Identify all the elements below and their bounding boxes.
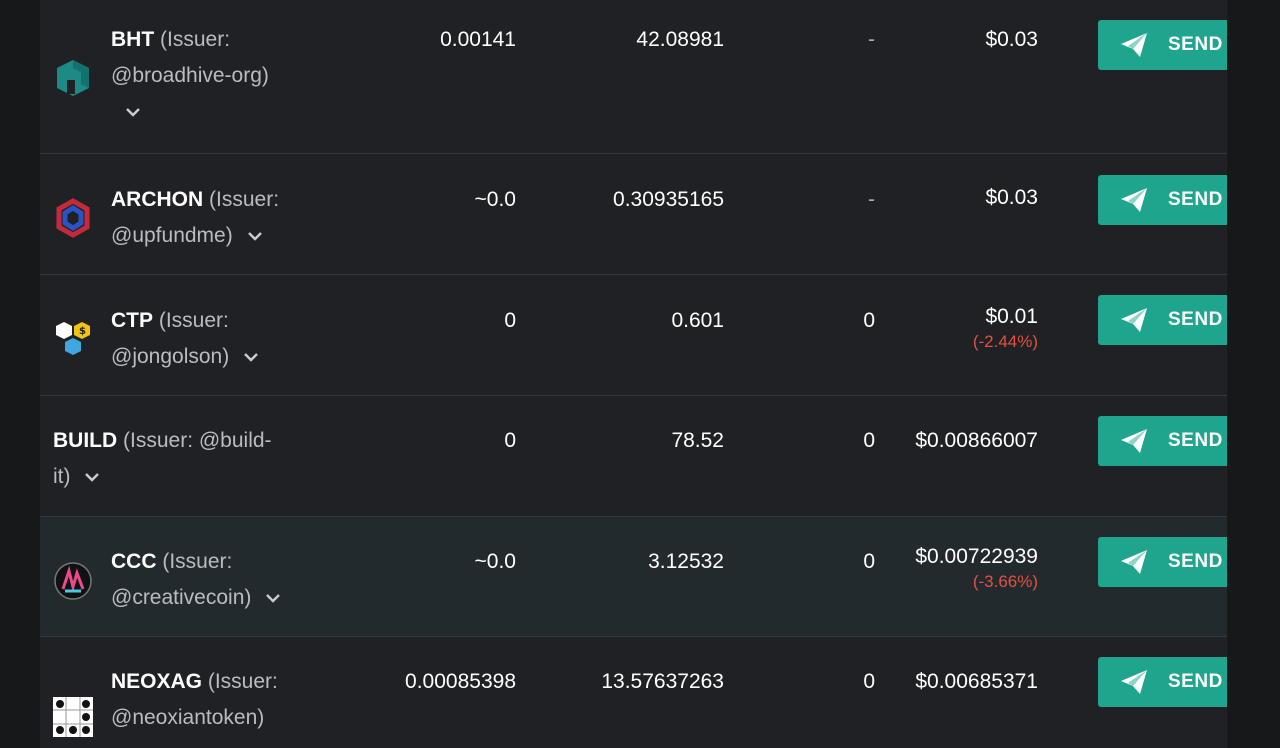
send-label: SEND (1168, 309, 1223, 330)
send-button[interactable]: SEND (1098, 657, 1227, 707)
token-issuer: (Issuer: (160, 28, 231, 51)
balance-value: ~0.0 (474, 550, 516, 573)
usd-price: $0.01 (985, 305, 1038, 328)
staked-value: 0.601 (671, 309, 724, 332)
usd-price: $0.03 (985, 28, 1038, 51)
ctp-logo-icon: $ (56, 322, 90, 355)
token-issuer-account[interactable]: @neoxiantoken) (111, 706, 264, 729)
send-label: SEND (1168, 671, 1223, 692)
token-issuer[interactable]: (Issuer: @build- (123, 429, 272, 452)
send-icon (1121, 308, 1147, 332)
balance-value: 0 (504, 429, 516, 452)
usd-value: $0.01 (-2.44%) (880, 303, 1038, 353)
token-issuer-account[interactable]: @jongolson) (111, 345, 229, 368)
token-issuer-account[interactable]: @broadhive-org) (111, 64, 269, 87)
token-issuer-account[interactable]: @creativecoin) (111, 586, 251, 609)
send-button[interactable]: SEND (1098, 20, 1227, 70)
chevron-down-icon[interactable] (84, 472, 100, 483)
token-row-neoxag: NEOXAG (Issuer: @neoxiantoken) 0.0008539… (40, 637, 1227, 748)
token-label: ARCHON (Issuer: @upfundme) (111, 182, 311, 254)
chevron-down-icon[interactable] (125, 107, 141, 118)
delegated-value: - (868, 188, 875, 211)
staked-value: 13.57637263 (601, 670, 724, 693)
token-symbol: BHT (111, 28, 155, 51)
token-label: NEOXAG (Issuer: @neoxiantoken) (111, 664, 311, 736)
usd-value: $0.00866007 (880, 427, 1038, 455)
balance-value: 0.00085398 (405, 670, 516, 693)
bht-logo-icon (57, 60, 89, 96)
chevron-down-icon[interactable] (265, 593, 281, 604)
balance-value: ~0.0 (474, 188, 516, 211)
token-issuer-account[interactable]: @upfundme) (111, 224, 233, 247)
staked-value: 42.08981 (636, 28, 724, 51)
send-icon (1121, 670, 1147, 694)
token-issuer: (Issuer: (162, 550, 233, 573)
usd-price: $0.03 (985, 186, 1038, 209)
send-icon (1121, 429, 1147, 453)
token-issuer: (Issuer: (207, 670, 278, 693)
balance-value: 0.00141 (440, 28, 516, 51)
usd-value: $0.03 (880, 26, 1038, 54)
delegated-value: 0 (863, 429, 875, 452)
ccc-logo-icon (54, 562, 92, 600)
token-row-ctp: $ CTP (Issuer: @jongolson) 0 0.601 0 $0.… (40, 275, 1227, 396)
token-issuer: (Issuer: (158, 309, 229, 332)
token-label: BHT (Issuer: @broadhive-org) (111, 22, 311, 130)
send-label: SEND (1168, 551, 1223, 572)
send-label: SEND (1168, 34, 1223, 55)
staked-value: 3.12532 (648, 550, 724, 573)
token-label: CTP (Issuer: @jongolson) (111, 303, 311, 375)
price-change: (-2.44%) (972, 332, 1038, 351)
token-issuer: (Issuer: (209, 188, 280, 211)
usd-price: $0.00685371 (915, 670, 1038, 693)
right-margin (1227, 0, 1280, 748)
usd-value: $0.00722939 (-3.66%) (880, 543, 1038, 593)
send-icon (1121, 33, 1147, 57)
delegated-value: 0 (863, 309, 875, 332)
token-row-build: BUILD (Issuer: @build- it) 0 78.52 0 $0.… (40, 396, 1227, 517)
token-symbol: ARCHON (111, 188, 204, 211)
token-row-ccc: CCC (Issuer: @creativecoin) ~0.0 3.12532… (40, 517, 1227, 637)
send-label: SEND (1168, 189, 1223, 210)
send-button[interactable]: SEND (1098, 416, 1227, 466)
token-row-bht: BHT (Issuer: @broadhive-org) 0.00141 42.… (40, 0, 1227, 154)
usd-value: $0.00685371 (880, 668, 1038, 696)
token-row-archon: ARCHON (Issuer: @upfundme) ~0.0 0.309351… (40, 154, 1227, 275)
neoxag-logo-icon (53, 697, 93, 737)
token-symbol: BUILD (53, 429, 118, 452)
send-button[interactable]: SEND (1098, 295, 1227, 345)
usd-value: $0.03 (880, 184, 1038, 212)
usd-price: $0.00866007 (915, 429, 1038, 452)
send-button[interactable]: SEND (1098, 175, 1227, 225)
price-change: (-3.66%) (972, 572, 1038, 591)
delegated-value: 0 (863, 670, 875, 693)
send-label: SEND (1168, 430, 1223, 451)
archon-logo-icon (56, 198, 90, 238)
chevron-down-icon[interactable] (247, 231, 263, 242)
token-symbol: CTP (111, 309, 153, 332)
delegated-value: 0 (863, 550, 875, 573)
token-label: BUILD (Issuer: @build- it) (53, 423, 293, 495)
chevron-down-icon[interactable] (243, 352, 259, 363)
usd-price: $0.00722939 (915, 545, 1038, 568)
staked-value: 0.30935165 (613, 188, 724, 211)
token-label: CCC (Issuer: @creativecoin) (111, 544, 311, 616)
balance-value: 0 (504, 309, 516, 332)
token-issuer-account[interactable]: it) (53, 465, 71, 488)
token-symbol: NEOXAG (111, 670, 203, 693)
send-icon (1121, 550, 1147, 574)
delegated-value: - (868, 28, 875, 51)
svg-text:$: $ (79, 326, 86, 337)
send-button[interactable]: SEND (1098, 537, 1227, 587)
staked-value: 78.52 (671, 429, 724, 452)
left-margin (0, 0, 40, 748)
token-symbol: CCC (111, 550, 157, 573)
send-icon (1121, 188, 1147, 212)
